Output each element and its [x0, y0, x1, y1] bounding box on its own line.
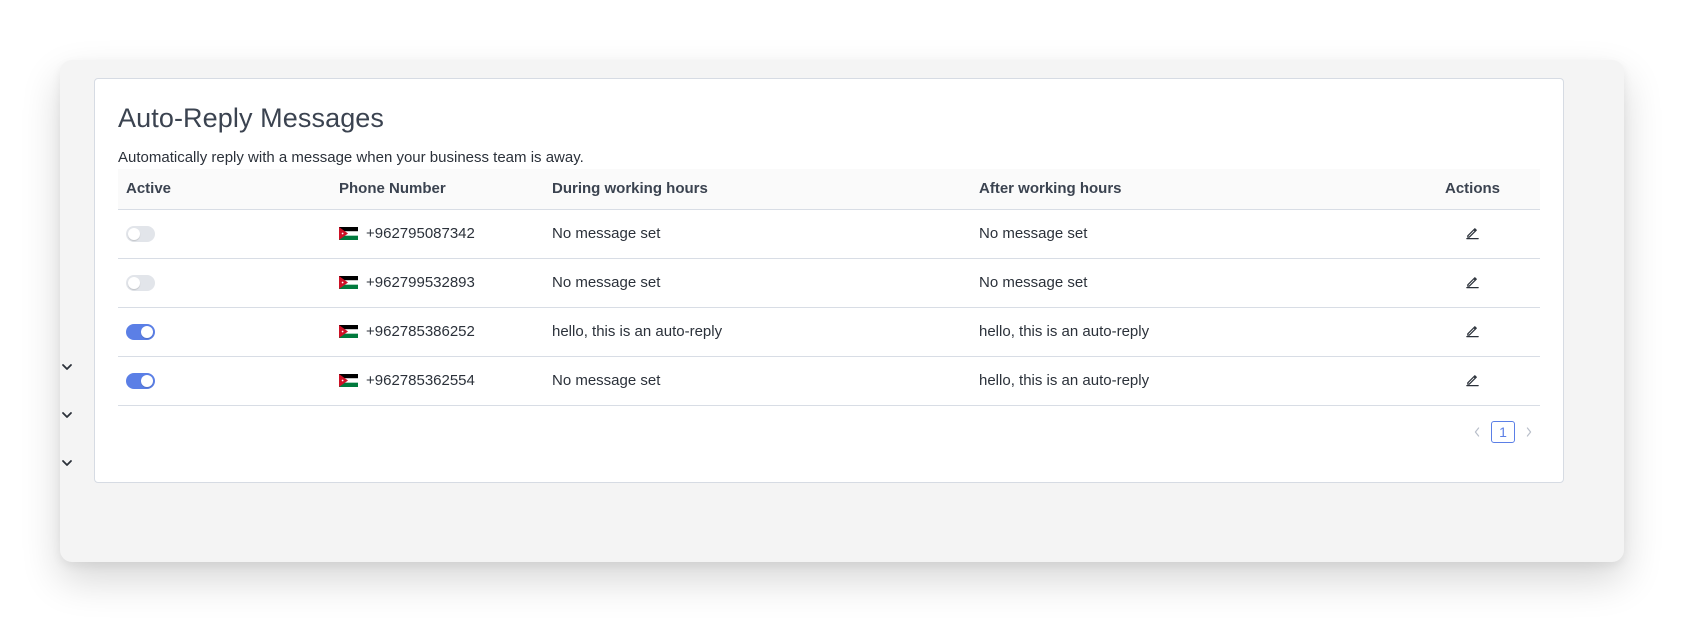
toggle-knob	[141, 375, 153, 388]
active-toggle[interactable]	[126, 226, 155, 243]
after-hours-message: hello, this is an auto-reply	[971, 307, 1405, 357]
active-cell	[118, 209, 331, 259]
jordan-flag-icon	[339, 374, 358, 387]
table-row: +962799532893 No message set No message …	[118, 258, 1540, 308]
jordan-flag-icon	[339, 276, 358, 289]
after-hours-message: No message set	[971, 258, 1405, 308]
active-toggle[interactable]	[126, 275, 155, 292]
during-hours-message: No message set	[544, 356, 971, 406]
phone-number: +962799532893	[366, 274, 475, 291]
edit-button[interactable]	[1463, 223, 1483, 243]
active-cell	[118, 356, 331, 406]
next-page-button[interactable]	[1522, 423, 1536, 441]
active-cell	[118, 307, 331, 357]
edit-pencil-icon	[1466, 277, 1479, 289]
active-cell	[118, 258, 331, 308]
chevron-left-icon	[1474, 427, 1480, 437]
table-row: +962785362554 No message set hello, this…	[118, 356, 1540, 406]
chevron-down-icon[interactable]	[60, 360, 74, 374]
phone-number: +962795087342	[366, 225, 475, 242]
edit-button[interactable]	[1463, 370, 1483, 390]
edit-pencil-icon	[1466, 228, 1479, 240]
column-header-phone: Phone Number	[331, 169, 544, 210]
edit-button[interactable]	[1463, 321, 1483, 341]
prev-page-button[interactable]	[1470, 423, 1484, 441]
jordan-flag-icon	[339, 325, 358, 338]
phone-number: +962785386252	[366, 323, 475, 340]
edit-pencil-icon	[1466, 326, 1479, 338]
active-toggle[interactable]	[126, 373, 155, 390]
column-header-actions: Actions	[1405, 169, 1540, 210]
edit-button[interactable]	[1463, 272, 1483, 292]
chevron-down-icon[interactable]	[60, 456, 74, 470]
auto-reply-card: Auto-Reply Messages Automatically reply …	[94, 78, 1564, 483]
chevron-right-icon	[1526, 427, 1532, 437]
actions-cell	[1405, 258, 1540, 308]
pagination: 1	[1470, 421, 1536, 443]
during-hours-message: hello, this is an auto-reply	[544, 307, 971, 357]
phone-cell: +962795087342	[331, 209, 544, 259]
actions-cell	[1405, 356, 1540, 406]
page-title: Auto-Reply Messages	[118, 103, 385, 133]
page-subtitle: Automatically reply with a message when …	[118, 149, 584, 166]
column-header-after: After working hours	[971, 169, 1405, 210]
table-row: +962795087342 No message set No message …	[118, 209, 1540, 259]
page-number-button[interactable]: 1	[1491, 421, 1515, 443]
during-hours-message: No message set	[544, 209, 971, 259]
toggle-knob	[128, 228, 140, 241]
table-row: +962785386252 hello, this is an auto-rep…	[118, 307, 1540, 357]
actions-cell	[1405, 209, 1540, 259]
after-hours-message: hello, this is an auto-reply	[971, 356, 1405, 406]
auto-reply-table: Active Phone Number During working hours…	[118, 169, 1540, 406]
edit-pencil-icon	[1466, 375, 1479, 387]
column-header-active: Active	[118, 169, 331, 210]
phone-cell: +962785386252	[331, 307, 544, 357]
during-hours-message: No message set	[544, 258, 971, 308]
active-toggle[interactable]	[126, 324, 155, 341]
after-hours-message: No message set	[971, 209, 1405, 259]
toggle-knob	[141, 326, 153, 339]
phone-number: +962785362554	[366, 372, 475, 389]
jordan-flag-icon	[339, 227, 358, 240]
toggle-knob	[128, 277, 140, 290]
phone-cell: +962799532893	[331, 258, 544, 308]
phone-cell: +962785362554	[331, 356, 544, 406]
actions-cell	[1405, 307, 1540, 357]
table-header-row: Active Phone Number During working hours…	[118, 169, 1540, 210]
column-header-during: During working hours	[544, 169, 971, 210]
chevron-down-icon[interactable]	[60, 408, 74, 422]
